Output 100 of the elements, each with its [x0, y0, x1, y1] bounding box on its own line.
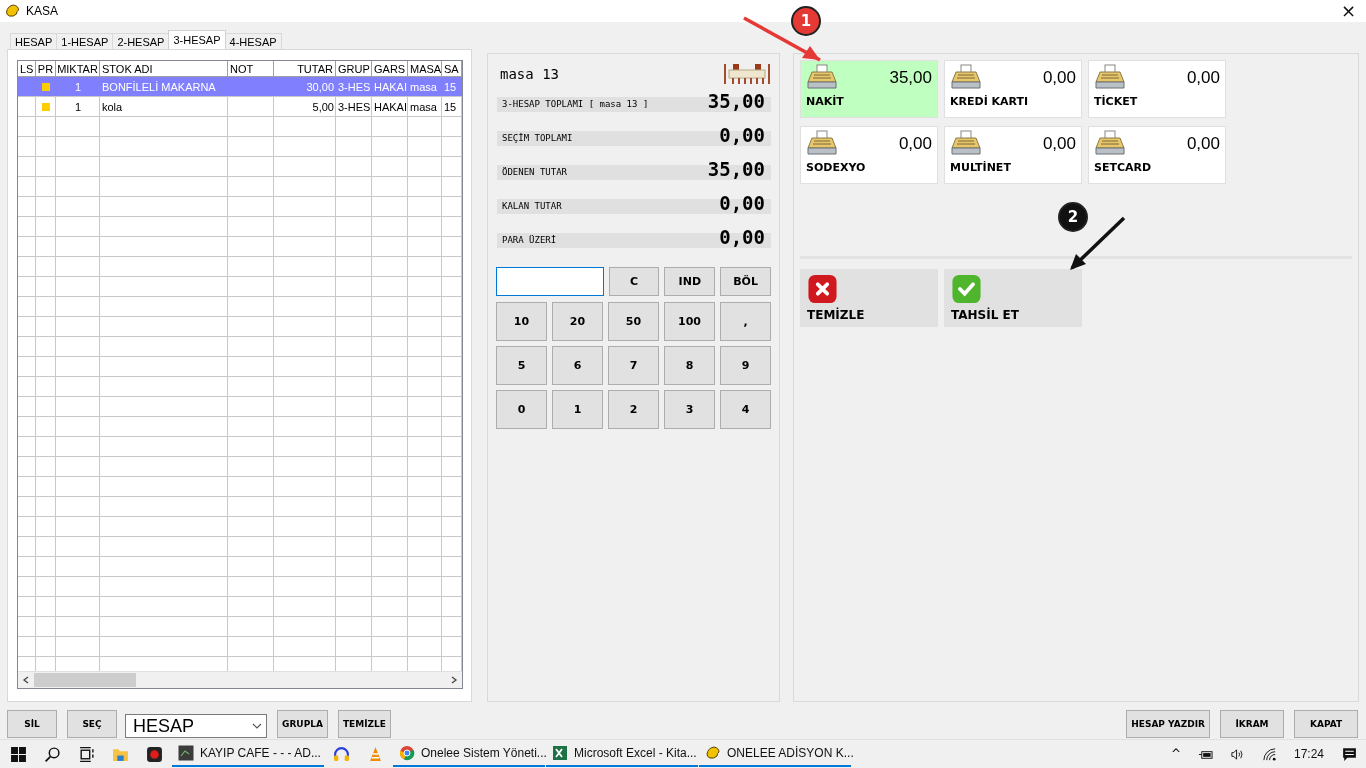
- tab[interactable]: 1-HESAP: [56, 33, 114, 49]
- keypad-key[interactable]: IND: [664, 267, 716, 296]
- keypad-key[interactable]: 9: [720, 346, 771, 385]
- payment-tile[interactable]: 0,00 SODEXYO: [800, 126, 938, 184]
- keypad-key[interactable]: 1: [552, 390, 603, 429]
- toolbar-button[interactable]: SEÇ: [67, 710, 117, 738]
- action-button[interactable]: TAHSİL ET: [944, 269, 1082, 327]
- clock-time[interactable]: 17:24: [1293, 747, 1324, 761]
- tab[interactable]: 2-HESAP: [112, 33, 170, 49]
- payment-amount: 0,00: [1186, 68, 1220, 88]
- payment-tile[interactable]: 0,00 SETCARD: [1088, 126, 1226, 184]
- payment-amount: 35,00: [889, 68, 932, 88]
- search-icon[interactable]: [44, 745, 61, 763]
- keypad-key[interactable]: 2: [608, 390, 659, 429]
- keypad-key[interactable]: 0: [496, 390, 547, 429]
- cash-register-icon: [1094, 64, 1126, 90]
- payment-amount: 0,00: [1186, 134, 1220, 154]
- keypad-key[interactable]: 7: [608, 346, 659, 385]
- horizontal-scrollbar[interactable]: [18, 671, 462, 688]
- toolbar-button[interactable]: KAPAT: [1294, 710, 1358, 738]
- table-cell: BONFİLELİ MAKARNA: [102, 80, 216, 93]
- cash-register-icon: [806, 64, 838, 90]
- keypad-key[interactable]: 6: [552, 346, 603, 385]
- keypad-key[interactable]: 3: [664, 390, 715, 429]
- tab[interactable]: 4-HESAP: [224, 33, 282, 49]
- app-logo-icon: [4, 3, 21, 19]
- taskbar-app-button[interactable]: Microsoft Excel - Kita...: [546, 741, 698, 767]
- step-badge: 2: [1058, 202, 1088, 232]
- record-icon[interactable]: [146, 745, 163, 763]
- toolbar-button[interactable]: İKRAM: [1220, 710, 1284, 738]
- cash-register-icon: [806, 130, 838, 156]
- wifi-icon[interactable]: [1261, 746, 1277, 762]
- keypad-key[interactable]: 8: [664, 346, 715, 385]
- summary-value: 0,00: [719, 226, 765, 248]
- table-cell: 1: [74, 101, 82, 113]
- keypad-key[interactable]: 5: [496, 346, 547, 385]
- windows-start-icon[interactable]: [10, 745, 27, 763]
- step-badge: 1: [791, 6, 821, 36]
- table-cell: kola: [102, 101, 123, 113]
- keypad-key[interactable]: 10: [496, 302, 547, 341]
- keypad-key[interactable]: BÖL: [720, 267, 771, 296]
- table-cell: 3-HES: [338, 101, 371, 113]
- keypad-key[interactable]: 20: [552, 302, 603, 341]
- keypad-key[interactable]: 50: [608, 302, 659, 341]
- account-dropdown[interactable]: HESAP: [125, 714, 267, 738]
- payment-amount: 0,00: [1042, 134, 1076, 154]
- chevron-down-icon: [252, 723, 262, 729]
- notification-icon[interactable]: [1341, 745, 1358, 763]
- keypad-key[interactable]: 4: [720, 390, 771, 429]
- summary-value: 35,00: [707, 90, 765, 112]
- cash-register-icon: [950, 130, 982, 156]
- table-cell: HAKAI: [374, 101, 407, 113]
- cash-register-icon: [950, 64, 982, 90]
- summary-value: 0,00: [719, 124, 765, 146]
- payment-tile[interactable]: 0,00 KREDİ KARTI: [944, 60, 1082, 118]
- table-cell: 15: [444, 101, 457, 113]
- close-icon: [807, 274, 838, 304]
- table-cell: 5,00: [312, 101, 334, 113]
- payment-amount: 0,00: [1042, 68, 1076, 88]
- checkmark-icon: [951, 274, 982, 304]
- table-cell: HAKAI: [374, 80, 407, 93]
- table-cell: 30,00: [306, 80, 334, 93]
- payment-tile[interactable]: 0,00 MULTİNET: [944, 126, 1082, 184]
- table-cell: masa: [410, 80, 437, 93]
- toolbar-button[interactable]: TEMİZLE: [337, 710, 391, 738]
- keypad-key[interactable]: C: [608, 267, 660, 296]
- cash-register-icon: [1094, 130, 1126, 156]
- task-view-icon[interactable]: [78, 745, 95, 763]
- payment-tile[interactable]: 0,00 TİCKET: [1088, 60, 1226, 118]
- summary-value: 0,00: [719, 192, 765, 214]
- speaker-icon[interactable]: [1229, 746, 1245, 762]
- toolbar-button[interactable]: HESAP YAZDIR: [1126, 710, 1210, 738]
- tray-caret[interactable]: ^: [1170, 747, 1181, 761]
- table-cell: masa: [410, 101, 437, 113]
- table-name: masa 13: [500, 66, 559, 82]
- app-logo-icon: [705, 745, 721, 761]
- scroll-thumb[interactable]: [34, 673, 136, 687]
- payment-tile[interactable]: 35,00 NAKİT: [800, 60, 938, 118]
- payment-amount: 0,00: [898, 134, 932, 154]
- amount-input-field[interactable]: [496, 267, 604, 296]
- keypad-key[interactable]: ,: [720, 302, 771, 341]
- summary-value: 35,00: [707, 158, 765, 180]
- taskbar-app-button[interactable]: ONELEE ADİSYON K...: [699, 741, 851, 767]
- dining-table-icon: [723, 61, 771, 87]
- keypad-key[interactable]: 100: [664, 302, 715, 341]
- headphones-icon[interactable]: [333, 745, 350, 763]
- close-button[interactable]: ×: [1336, 2, 1360, 20]
- spreadsheet-icon: [552, 745, 568, 761]
- toolbar-button[interactable]: GRUPLA: [277, 710, 328, 738]
- taskbar-app-button[interactable]: Onelee Sistem Yöneti...: [393, 741, 545, 767]
- browser-icon: [399, 745, 415, 761]
- toolbar-button[interactable]: SİL: [7, 710, 57, 738]
- table-cell: 3-HES: [338, 80, 371, 93]
- table-cell: 1: [74, 80, 82, 93]
- terminal-window-icon: [178, 745, 194, 761]
- tab[interactable]: HESAP: [10, 33, 58, 49]
- tab[interactable]: 3-HESAP: [168, 30, 226, 49]
- action-button[interactable]: TEMİZLE: [800, 269, 938, 327]
- table-cell: 15: [444, 80, 457, 93]
- taskbar-app-button[interactable]: KAYIP CAFE - - - AD...: [172, 741, 324, 767]
